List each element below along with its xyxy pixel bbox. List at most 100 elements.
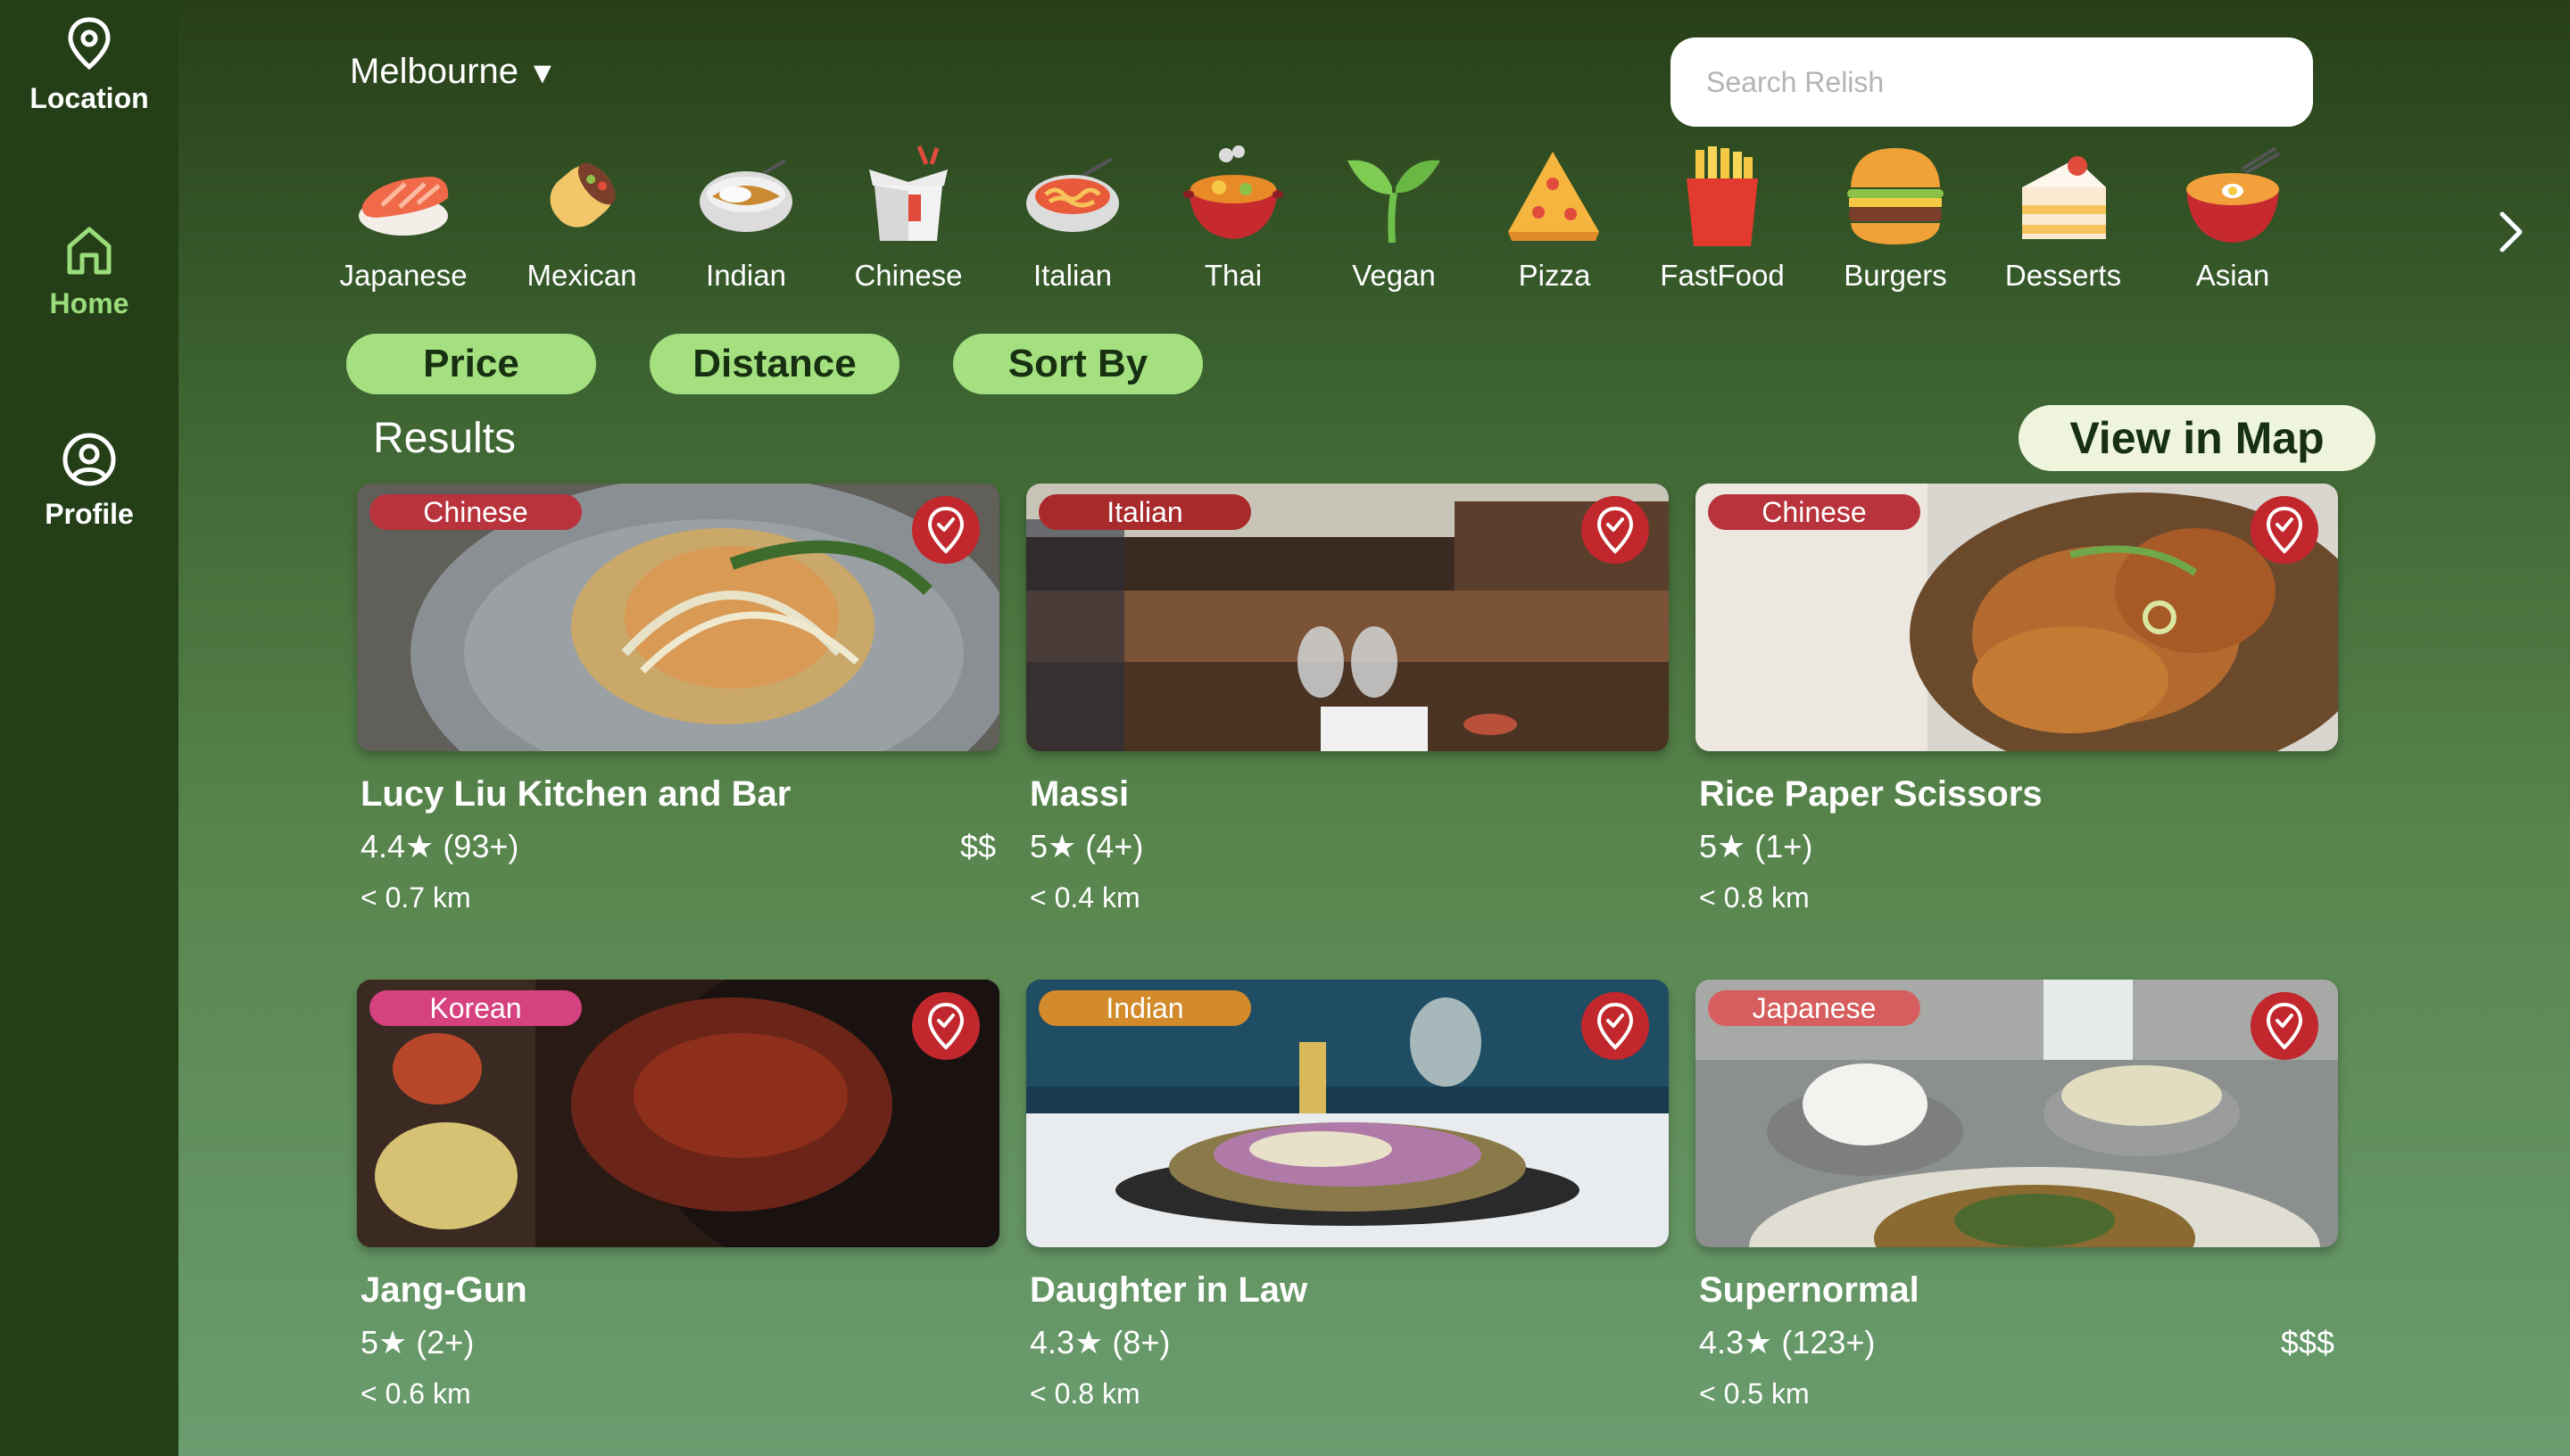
sidebar-item-label: Profile (45, 498, 134, 530)
restaurant-name: Jang-Gun (361, 1270, 527, 1310)
burger-icon (1847, 148, 1944, 244)
category-label: Mexican (526, 259, 637, 292)
restaurant-price: $$ (959, 828, 996, 864)
main-content: Melbourne▼ Japanese (178, 0, 2570, 1456)
category-label: Desserts (2004, 259, 2122, 292)
category-label: Thai (1204, 259, 1263, 292)
restaurant-photo: Chinese (357, 484, 999, 751)
category-burgers[interactable]: Burgers (1815, 143, 1976, 293)
cake-icon (2022, 156, 2106, 239)
restaurant-name: Rice Paper Scissors (1699, 774, 2043, 814)
fries-icon (1687, 146, 1758, 246)
category-asian[interactable]: Asian (2152, 143, 2313, 293)
favorite-pin-icon[interactable] (1579, 990, 1651, 1062)
restaurant-distance: < 0.8 km (1030, 1377, 1140, 1410)
category-label: FastFood (1660, 259, 1785, 292)
restaurant-card[interactable]: Chinese Lucy Liu Kitchen and Bar 4.4★ (9… (357, 484, 999, 914)
category-pizza[interactable]: Pizza (1474, 143, 1635, 293)
category-strip: Japanese Mexican Indian Chinese Italian … (323, 143, 2523, 303)
favorite-pin-icon[interactable] (2249, 494, 2320, 566)
category-label: Chinese (854, 259, 963, 292)
pasta-icon (1026, 157, 1119, 232)
sushi-icon (359, 177, 449, 236)
city-name: Melbourne (350, 52, 519, 91)
pizza-icon (1508, 152, 1599, 241)
restaurant-card[interactable]: Japanese Supernormal 4.3★ (123+) $$$ < 0… (1695, 980, 2338, 1410)
cuisine-tag: Italian (1039, 494, 1251, 530)
favorite-pin-icon[interactable] (910, 990, 982, 1062)
restaurant-distance: < 0.7 km (361, 881, 471, 914)
restaurant-rating: 4.3★ (123+) (1699, 1324, 1876, 1361)
restaurant-rating: 5★ (2+) (361, 1324, 475, 1361)
search-input[interactable] (1670, 37, 2313, 127)
restaurant-photo: Japanese (1695, 980, 2338, 1247)
restaurant-distance: < 0.8 km (1699, 881, 1810, 914)
restaurant-photo: Chinese (1695, 484, 2338, 751)
restaurant-card[interactable]: Korean Jang-Gun 5★ (2+) < 0.6 km (357, 980, 999, 1410)
sort-by-button[interactable]: Sort By (953, 334, 1203, 394)
category-japanese[interactable]: Japanese (323, 143, 484, 293)
sidebar-item-profile[interactable]: Profile (0, 432, 178, 531)
category-thai[interactable]: Thai (1153, 143, 1314, 293)
category-vegan[interactable]: Vegan (1314, 143, 1474, 293)
seedling-icon (1347, 160, 1440, 244)
category-label: Burgers (1844, 259, 1947, 292)
city-selector[interactable]: Melbourne ▼ (350, 52, 558, 92)
restaurant-photo: Indian (1026, 980, 1669, 1247)
curry-icon (700, 159, 792, 232)
restaurant-photo: Italian (1026, 484, 1669, 751)
cuisine-tag: Japanese (1708, 990, 1920, 1026)
results-heading: Results (373, 415, 517, 462)
favorite-pin-icon[interactable] (910, 494, 982, 566)
takeout-box-icon (869, 145, 948, 241)
category-chinese[interactable]: Chinese (828, 143, 989, 293)
category-mexican[interactable]: Mexican (502, 143, 662, 293)
cuisine-tag: Chinese (1708, 494, 1920, 530)
chevron-right-icon[interactable] (2493, 205, 2529, 259)
cuisine-tag: Korean (369, 990, 582, 1026)
filter-distance-button[interactable]: Distance (650, 334, 900, 394)
category-label: Italian (1032, 259, 1113, 292)
category-label: Indian (706, 259, 786, 292)
category-italian[interactable]: Italian (992, 143, 1153, 293)
sidebar-item-location[interactable]: Location (0, 16, 178, 115)
sidebar-item-home[interactable]: Home (0, 225, 178, 320)
ramen-icon (2186, 146, 2281, 243)
sidebar-item-label: Home (49, 287, 129, 319)
cuisine-tag: Indian (1039, 990, 1251, 1026)
restaurant-rating: 4.4★ (93+) (361, 828, 519, 864)
category-indian[interactable]: Indian (666, 143, 826, 293)
cuisine-tag: Chinese (369, 494, 582, 530)
category-label: Asian (2195, 259, 2270, 292)
view-in-map-button[interactable]: View in Map (2019, 405, 2375, 471)
restaurant-rating: 5★ (1+) (1699, 828, 1813, 864)
restaurant-card[interactable]: Italian Massi 5★ (4+) < 0.4 km (1026, 484, 1669, 914)
restaurant-price: $$$ (2280, 1324, 2334, 1361)
user-circle-icon (62, 433, 116, 486)
restaurant-distance: < 0.6 km (361, 1377, 471, 1410)
restaurant-name: Massi (1030, 774, 1130, 814)
category-desserts[interactable]: Desserts (1983, 143, 2143, 293)
chevron-down-icon: ▼ (527, 56, 558, 90)
restaurant-name: Daughter in Law (1030, 1270, 1308, 1310)
restaurant-card[interactable]: Chinese Rice Paper Scissors 5★ (1+) < 0.… (1695, 484, 2338, 914)
restaurant-card[interactable]: Indian Daughter in Law 4.3★ (8+) < 0.8 k… (1026, 980, 1669, 1410)
favorite-pin-icon[interactable] (2249, 990, 2320, 1062)
hot-pot-icon (1183, 145, 1283, 239)
app-root: Location Home Profile Melbourne ▼ Search… (0, 0, 2570, 1456)
map-pin-icon (68, 17, 111, 70)
category-fastfood[interactable]: FastFood (1642, 143, 1803, 293)
restaurant-photo: Korean (357, 980, 999, 1247)
filter-price-button[interactable]: Price (346, 334, 596, 394)
category-label: Vegan (1352, 259, 1436, 292)
restaurant-distance: < 0.5 km (1699, 1377, 1810, 1410)
sidebar: Location Home Profile (0, 0, 178, 1456)
restaurant-rating: 5★ (4+) (1030, 828, 1144, 864)
restaurant-distance: < 0.4 km (1030, 881, 1140, 914)
favorite-pin-icon[interactable] (1579, 494, 1651, 566)
restaurant-name: Lucy Liu Kitchen and Bar (361, 774, 792, 814)
restaurant-name: Supernormal (1699, 1270, 1919, 1310)
restaurant-rating: 4.3★ (8+) (1030, 1324, 1171, 1361)
home-icon (67, 227, 112, 275)
burrito-icon (550, 162, 616, 228)
